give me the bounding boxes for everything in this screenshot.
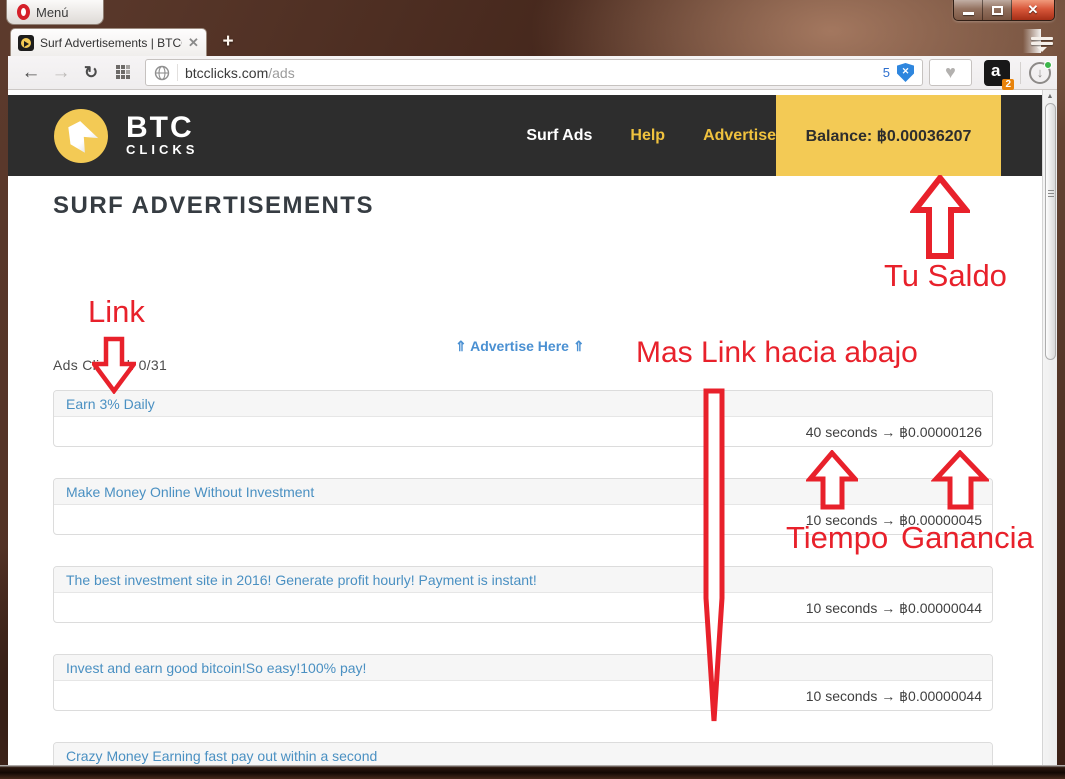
new-tab-button[interactable]: + — [215, 33, 241, 52]
nav-help[interactable]: Help — [630, 127, 665, 145]
logo-arrow-icon — [64, 121, 100, 155]
browser-tab[interactable]: Surf Advertisements | BTCC ✕ — [10, 28, 207, 56]
logo-line2: CLICKS — [126, 142, 198, 157]
maximize-button[interactable] — [983, 0, 1012, 20]
minimize-icon — [963, 12, 974, 15]
logo-text: BTC CLICKS — [126, 114, 198, 157]
annotation-time-label: Tiempo — [786, 520, 888, 556]
window-frame: Menú ✕ Surf Advertisements | BTCC ✕ + ← … — [0, 0, 1065, 779]
minimize-button[interactable] — [954, 0, 983, 20]
annotation-link-label: Link — [88, 294, 145, 330]
balance-value: Balance: ฿0.00036207 — [806, 126, 972, 146]
browser-toolbar: ← → ↻ btcclicks.com/ads 5 ♥ a 2 ↓ — [8, 56, 1057, 90]
annotation-balance-arrow-up-icon — [910, 175, 970, 259]
opera-menu-button[interactable]: Menú — [6, 0, 104, 25]
maximize-icon — [992, 6, 1003, 15]
balance-box[interactable]: Balance: ฿0.00036207 — [776, 95, 1001, 176]
tab-favicon-icon — [18, 35, 34, 51]
logo-circle-icon — [54, 109, 108, 163]
annotation-long-arrow-down-icon — [700, 388, 728, 726]
ad-card-body: 10 seconds → ฿0.00000044 — [54, 681, 992, 711]
btcclicks-logo[interactable]: BTC CLICKS — [54, 109, 198, 163]
tab-title: Surf Advertisements | BTCC — [40, 36, 182, 50]
download-status-dot — [1044, 61, 1052, 69]
tab-menu-bar — [1031, 42, 1053, 45]
ad-card-header: Earn 3% Daily — [54, 391, 992, 417]
close-button[interactable]: ✕ — [1012, 0, 1054, 20]
amazon-badge: 2 — [1002, 79, 1014, 90]
page-title: SURF ADVERTISEMENTS — [53, 192, 374, 220]
amazon-icon: a — [991, 61, 1000, 81]
ad-card-body: 40 seconds → ฿0.00000126 — [54, 417, 992, 447]
forward-button[interactable]: → — [46, 62, 76, 84]
amazon-extension-button[interactable]: a 2 — [984, 60, 1010, 86]
download-button[interactable]: ↓ — [1029, 62, 1051, 84]
heart-icon: ♥ — [945, 62, 956, 83]
scrollbar-thumb[interactable] — [1045, 103, 1056, 360]
scrollbar-up-icon[interactable]: ▲ — [1043, 93, 1057, 100]
ad-reward: 10 seconds → ฿0.00000044 — [806, 688, 982, 705]
scrollbar-grip — [1048, 190, 1054, 199]
window-controls: ✕ — [953, 0, 1055, 21]
ad-card: The best investment site in 2016! Genera… — [53, 566, 993, 623]
shield-icon[interactable] — [897, 63, 914, 82]
opera-logo-icon — [17, 4, 30, 20]
advertise-here-link[interactable]: ⇑ Advertise Here ⇑ — [455, 338, 585, 355]
window-bottom-frame — [0, 765, 1065, 779]
ad-title-link[interactable]: Earn 3% Daily — [66, 396, 155, 412]
url-text[interactable]: btcclicks.com/ads — [185, 65, 876, 81]
ad-card: Crazy Money Earning fast pay out within … — [53, 742, 993, 765]
blocked-count: 5 — [883, 65, 890, 80]
ad-title-link[interactable]: Make Money Online Without Investment — [66, 484, 314, 500]
annotation-more-links-label: Mas Link hacia abajo — [636, 336, 918, 370]
ad-title-link[interactable]: Invest and earn good bitcoin!So easy!100… — [66, 660, 366, 676]
nav-advertise[interactable]: Advertise — [703, 127, 776, 145]
toolbar-separator — [1020, 62, 1021, 84]
ad-card: Invest and earn good bitcoin!So easy!100… — [53, 654, 993, 711]
download-icon: ↓ — [1037, 65, 1044, 80]
site-nav: Surf Ads Help Advertise — [526, 127, 776, 145]
back-button[interactable]: ← — [16, 62, 46, 84]
ad-reward: 40 seconds → ฿0.00000126 — [806, 424, 982, 441]
reload-button[interactable]: ↻ — [76, 63, 106, 83]
speed-dial-icon[interactable] — [116, 65, 131, 80]
site-header: BTC CLICKS Surf Ads Help Advertise Balan… — [8, 95, 1042, 176]
nav-surf-ads[interactable]: Surf Ads — [526, 127, 592, 145]
address-bar[interactable]: btcclicks.com/ads 5 — [145, 59, 923, 86]
menu-button-label: Menú — [36, 5, 69, 20]
ad-card: Earn 3% Daily 40 seconds → ฿0.00000126 — [53, 390, 993, 447]
tab-menu-icon[interactable] — [1031, 37, 1053, 53]
url-path: /ads — [268, 65, 294, 81]
ad-title-link[interactable]: Crazy Money Earning fast pay out within … — [66, 748, 377, 764]
page-scrollbar[interactable]: ▲ — [1042, 90, 1057, 765]
annotation-balance-label: Tu Saldo — [884, 258, 1007, 294]
ad-title-link[interactable]: The best investment site in 2016! Genera… — [66, 572, 537, 588]
annotation-time-arrow-up-icon — [806, 450, 858, 510]
tab-close-icon[interactable]: ✕ — [188, 35, 199, 51]
annotation-earning-label: Ganancia — [901, 520, 1034, 556]
annotation-earning-arrow-up-icon — [931, 450, 989, 510]
logo-line1: BTC — [126, 114, 198, 142]
url-host: btcclicks.com — [185, 65, 268, 81]
tab-menu-bar — [1031, 37, 1053, 40]
close-icon: ✕ — [1012, 2, 1054, 18]
bookmark-button[interactable]: ♥ — [929, 59, 972, 86]
ad-card-header: Crazy Money Earning fast pay out within … — [54, 743, 992, 765]
site-badge-globe-icon[interactable] — [154, 65, 170, 81]
address-separator — [177, 64, 178, 81]
annotation-link-arrow-down-icon — [92, 336, 136, 394]
ad-card-header: Invest and earn good bitcoin!So easy!100… — [54, 655, 992, 681]
ad-card-body: 10 seconds → ฿0.00000044 — [54, 593, 992, 623]
tab-menu-chevron — [1037, 47, 1047, 52]
ad-reward: 10 seconds → ฿0.00000044 — [806, 600, 982, 617]
ad-card-header: The best investment site in 2016! Genera… — [54, 567, 992, 593]
ads-list: Earn 3% Daily 40 seconds → ฿0.00000126 M… — [53, 390, 993, 765]
page-content: BTC CLICKS Surf Ads Help Advertise Balan… — [8, 90, 1042, 765]
